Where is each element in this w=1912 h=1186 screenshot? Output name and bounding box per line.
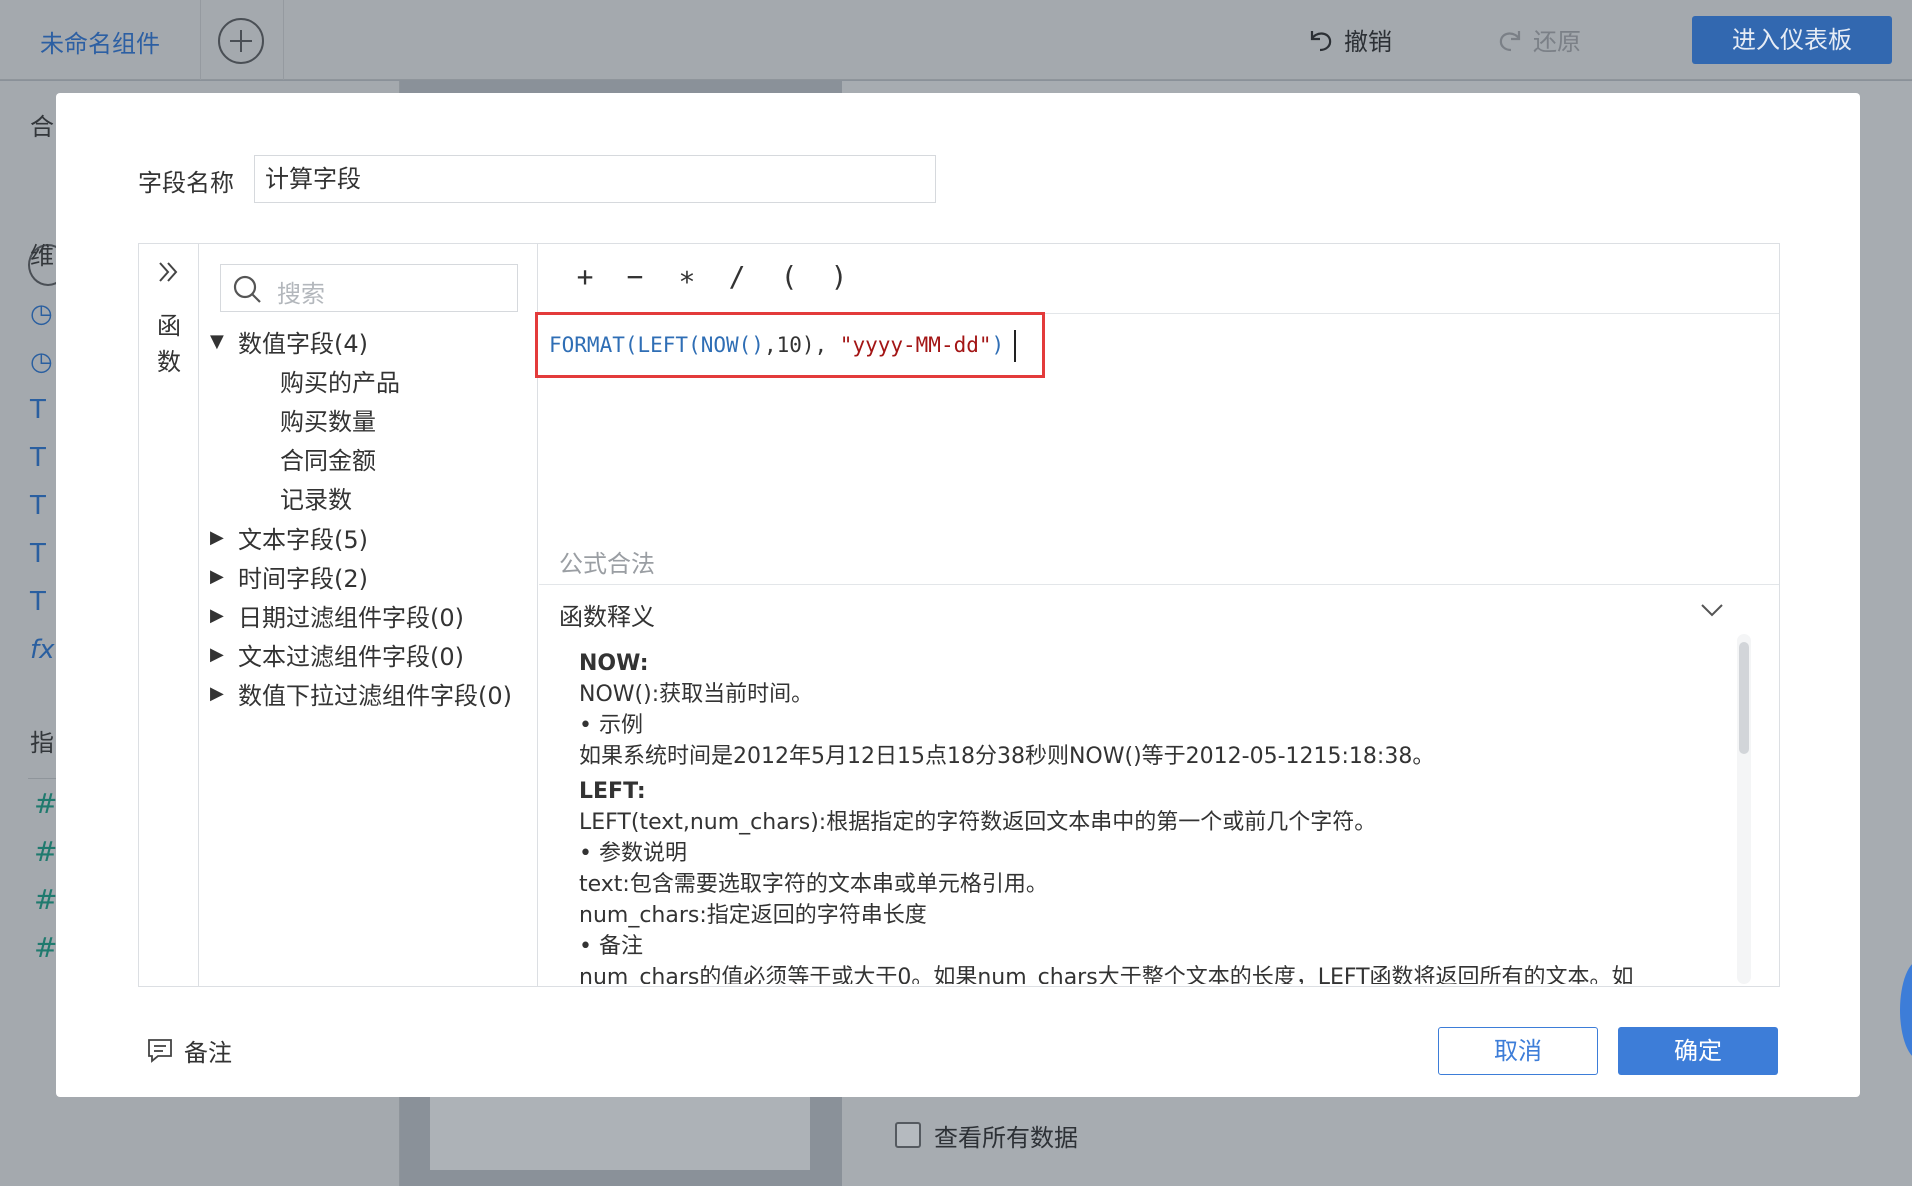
tree-group-text[interactable]: ▶ 文本字段(5) bbox=[210, 520, 368, 555]
top-toolbar: 未命名组件 撤销 还原 进入仪表板 bbox=[0, 0, 1912, 80]
formula-editor: 函数 搜索 ▼ 数值字段(4) 购买的产品 购买数量 合同金额 记录数 ▶ 文本… bbox=[138, 243, 1780, 987]
caret-right-icon: ▶ bbox=[210, 605, 224, 626]
now-heading: NOW: bbox=[579, 651, 649, 676]
left-note-label: • 备注 bbox=[579, 934, 643, 959]
double-chevron-right-icon bbox=[159, 262, 178, 282]
cancel-button[interactable]: 取消 bbox=[1438, 1027, 1598, 1075]
text-type-icon: T bbox=[30, 395, 46, 425]
undo-label: 撤销 bbox=[1344, 28, 1392, 56]
tree-group-text-filter[interactable]: ▶ 文本过滤组件字段(0) bbox=[210, 637, 464, 672]
search-icon bbox=[233, 275, 261, 303]
number-type-icon: # bbox=[34, 787, 58, 820]
component-tab[interactable]: 未命名组件 bbox=[40, 24, 160, 59]
field-name-input[interactable]: 计算字段 bbox=[254, 155, 936, 203]
dimension-heading-partial: 维 bbox=[30, 242, 54, 270]
tree-group-date-filter[interactable]: ▶ 日期过滤组件字段(0) bbox=[210, 598, 464, 633]
tree-leaf-field[interactable]: 记录数 bbox=[280, 480, 352, 515]
tree-group-label: 数值字段(4) bbox=[238, 330, 368, 358]
field-name-label: 字段名称 bbox=[138, 169, 234, 197]
confirm-button[interactable]: 确定 bbox=[1618, 1027, 1778, 1075]
caret-right-icon: ▶ bbox=[210, 527, 224, 548]
view-all-data-checkbox[interactable] bbox=[895, 1122, 921, 1148]
tree-group-label: 数值下拉过滤组件字段(0) bbox=[238, 682, 512, 710]
add-component-icon[interactable] bbox=[218, 18, 264, 64]
view-all-data-label: 查看所有数据 bbox=[934, 1124, 1078, 1152]
tree-leaf-field[interactable]: 购买的产品 bbox=[280, 363, 400, 398]
left-heading: LEFT: bbox=[579, 779, 646, 804]
caret-right-icon: ▶ bbox=[210, 566, 224, 587]
function-explanation-body: NOW: NOW():获取当前时间。 • 示例 如果系统时间是2012年5月12… bbox=[579, 644, 1709, 984]
function-panel-label: 函数 bbox=[157, 312, 181, 376]
clock-icon: ◷ bbox=[30, 299, 53, 329]
tree-group-numeric-dropdown-filter[interactable]: ▶ 数值下拉过滤组件字段(0) bbox=[210, 676, 512, 711]
now-example-label: • 示例 bbox=[579, 713, 643, 738]
chevron-down-icon[interactable] bbox=[1699, 597, 1725, 623]
now-example: 如果系统时间是2012年5月12日15点18分38秒则NOW()等于2012-0… bbox=[579, 744, 1435, 769]
caret-down-icon: ▼ bbox=[210, 331, 224, 352]
tree-group-label: 日期过滤组件字段(0) bbox=[238, 604, 464, 632]
plus-operator-button[interactable]: + bbox=[565, 260, 605, 293]
field-search-input[interactable]: 搜索 bbox=[220, 264, 518, 312]
tree-group-numeric[interactable]: ▼ 数值字段(4) bbox=[210, 324, 368, 359]
validation-message: 公式合法 bbox=[559, 550, 655, 578]
text-type-icon: T bbox=[30, 491, 46, 521]
tree-group-label: 文本字段(5) bbox=[238, 526, 368, 554]
left-param-text: text:包含需要选取字符的文本串或单元格引用。 bbox=[579, 872, 1048, 897]
divider bbox=[283, 0, 284, 80]
number-type-icon: # bbox=[34, 883, 58, 916]
note-label: 备注 bbox=[184, 1039, 232, 1067]
explanation-scrollbar-thumb[interactable] bbox=[1739, 642, 1749, 754]
formula-highlight-box bbox=[535, 312, 1045, 378]
redo-button[interactable]: 还原 bbox=[1495, 22, 1581, 57]
tree-group-time[interactable]: ▶ 时间字段(2) bbox=[210, 559, 368, 594]
divide-operator-button[interactable]: / bbox=[717, 260, 757, 293]
left-params-label: • 参数说明 bbox=[579, 841, 687, 866]
function-explanation-title: 函数释义 bbox=[559, 603, 655, 631]
tree-group-label: 文本过滤组件字段(0) bbox=[238, 643, 464, 671]
number-type-icon: # bbox=[34, 835, 58, 868]
redo-label: 还原 bbox=[1533, 28, 1581, 56]
divider bbox=[200, 0, 201, 80]
left-note: num_chars的值必须等于或大于0。如果num_chars大于整个文本的长度… bbox=[579, 965, 1634, 984]
tree-leaf-field[interactable]: 合同金额 bbox=[280, 441, 376, 476]
number-type-icon: # bbox=[34, 931, 58, 964]
operator-toolbar: + − ∗ / ( ) bbox=[539, 244, 1779, 314]
caret-right-icon: ▶ bbox=[210, 683, 224, 704]
comment-icon bbox=[148, 1038, 172, 1063]
multiply-operator-button[interactable]: ∗ bbox=[667, 260, 707, 293]
caret-right-icon: ▶ bbox=[210, 644, 224, 665]
function-explanation-header[interactable]: 函数释义 bbox=[539, 584, 1779, 634]
enter-dashboard-button[interactable]: 进入仪表板 bbox=[1692, 16, 1892, 64]
measure-heading-partial: 指 bbox=[30, 729, 54, 757]
text-type-icon: T bbox=[30, 587, 46, 617]
redo-icon bbox=[1499, 30, 1521, 51]
background-card bbox=[430, 1090, 810, 1170]
field-tree: 搜索 ▼ 数值字段(4) 购买的产品 购买数量 合同金额 记录数 ▶ 文本字段(… bbox=[200, 244, 538, 986]
text-type-icon: T bbox=[30, 539, 46, 569]
close-paren-button[interactable]: ) bbox=[819, 260, 859, 293]
calculated-field-dialog: 字段名称 计算字段 函数 搜索 ▼ 数值字段(4) 购买的产品 购买数量 合同金… bbox=[56, 93, 1860, 1097]
function-panel-toggle[interactable]: 函数 bbox=[139, 244, 199, 986]
undo-button[interactable]: 撤销 bbox=[1306, 22, 1392, 57]
minus-operator-button[interactable]: − bbox=[615, 260, 655, 293]
sidebar-heading-partial: 合 bbox=[30, 113, 54, 141]
undo-icon bbox=[1310, 30, 1332, 51]
open-paren-button[interactable]: ( bbox=[769, 260, 809, 293]
text-type-icon: T bbox=[30, 443, 46, 473]
left-param-num: num_chars:指定返回的字符串长度 bbox=[579, 903, 927, 928]
tree-group-label: 时间字段(2) bbox=[238, 565, 368, 593]
search-placeholder: 搜索 bbox=[277, 280, 325, 308]
now-description: NOW():获取当前时间。 bbox=[579, 682, 814, 707]
left-description: LEFT(text,num_chars):根据指定的字符数返回文本串中的第一个或… bbox=[579, 810, 1377, 835]
formula-icon: fx bbox=[30, 635, 55, 665]
note-button[interactable]: 备注 bbox=[146, 1033, 232, 1068]
clock-icon: ◷ bbox=[30, 347, 53, 377]
tree-leaf-field[interactable]: 购买数量 bbox=[280, 402, 376, 437]
formula-panel: + − ∗ / ( ) FORMAT(LEFT(NOW(),10), "yyyy… bbox=[535, 244, 1779, 986]
